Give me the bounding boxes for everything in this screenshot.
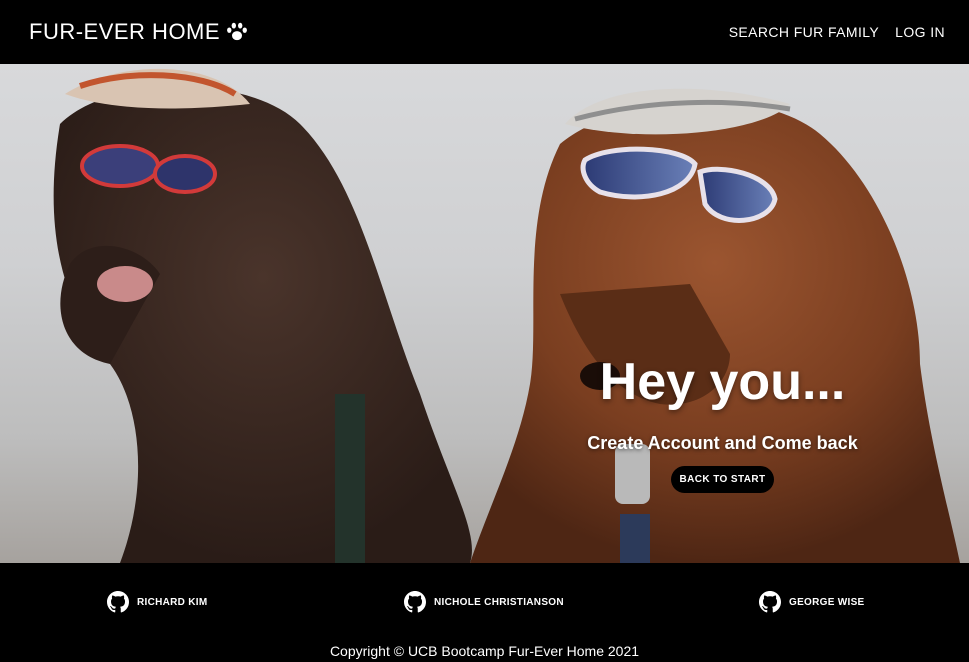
github-icon xyxy=(759,591,781,613)
brand-name: FUR-EVER HOME xyxy=(29,19,221,44)
hero-subtitle: Create Account and Come back xyxy=(587,433,858,454)
brand-logo[interactable]: FUR-EVER HOME xyxy=(29,19,248,45)
copyright-text: Copyright © UCB Bootcamp Fur-Ever Home 2… xyxy=(329,643,640,659)
team-members: RICHARD KIM NICHOLE CHRISTIANSON GEORGE … xyxy=(0,591,969,615)
nav-log-in[interactable]: LOG IN xyxy=(895,24,945,40)
top-navbar: FUR-EVER HOME SEARCH FUR FAMILY LOG IN xyxy=(0,0,969,64)
member-link-richard-kim[interactable]: RICHARD KIM xyxy=(107,591,208,613)
github-icon xyxy=(404,591,426,613)
paw-icon xyxy=(227,22,247,41)
member-link-george-wise[interactable]: GEORGE WISE xyxy=(759,591,865,613)
github-icon xyxy=(107,591,129,613)
member-name: RICHARD KIM xyxy=(137,596,208,608)
hero-title: Hey you... xyxy=(599,353,846,411)
member-name: NICHOLE CHRISTIANSON xyxy=(434,596,564,608)
hero-banner: Hey you... Create Account and Come back … xyxy=(0,64,969,563)
back-to-start-button[interactable]: BACK TO START xyxy=(670,466,775,494)
footer: RICHARD KIM NICHOLE CHRISTIANSON GEORGE … xyxy=(0,563,969,662)
main-nav: SEARCH FUR FAMILY LOG IN xyxy=(729,24,945,40)
member-name: GEORGE WISE xyxy=(789,596,865,608)
hero-content: Hey you... Create Account and Come back … xyxy=(560,353,885,494)
member-link-nichole-christianson[interactable]: NICHOLE CHRISTIANSON xyxy=(404,591,564,613)
nav-search-fur-family[interactable]: SEARCH FUR FAMILY xyxy=(729,24,879,40)
